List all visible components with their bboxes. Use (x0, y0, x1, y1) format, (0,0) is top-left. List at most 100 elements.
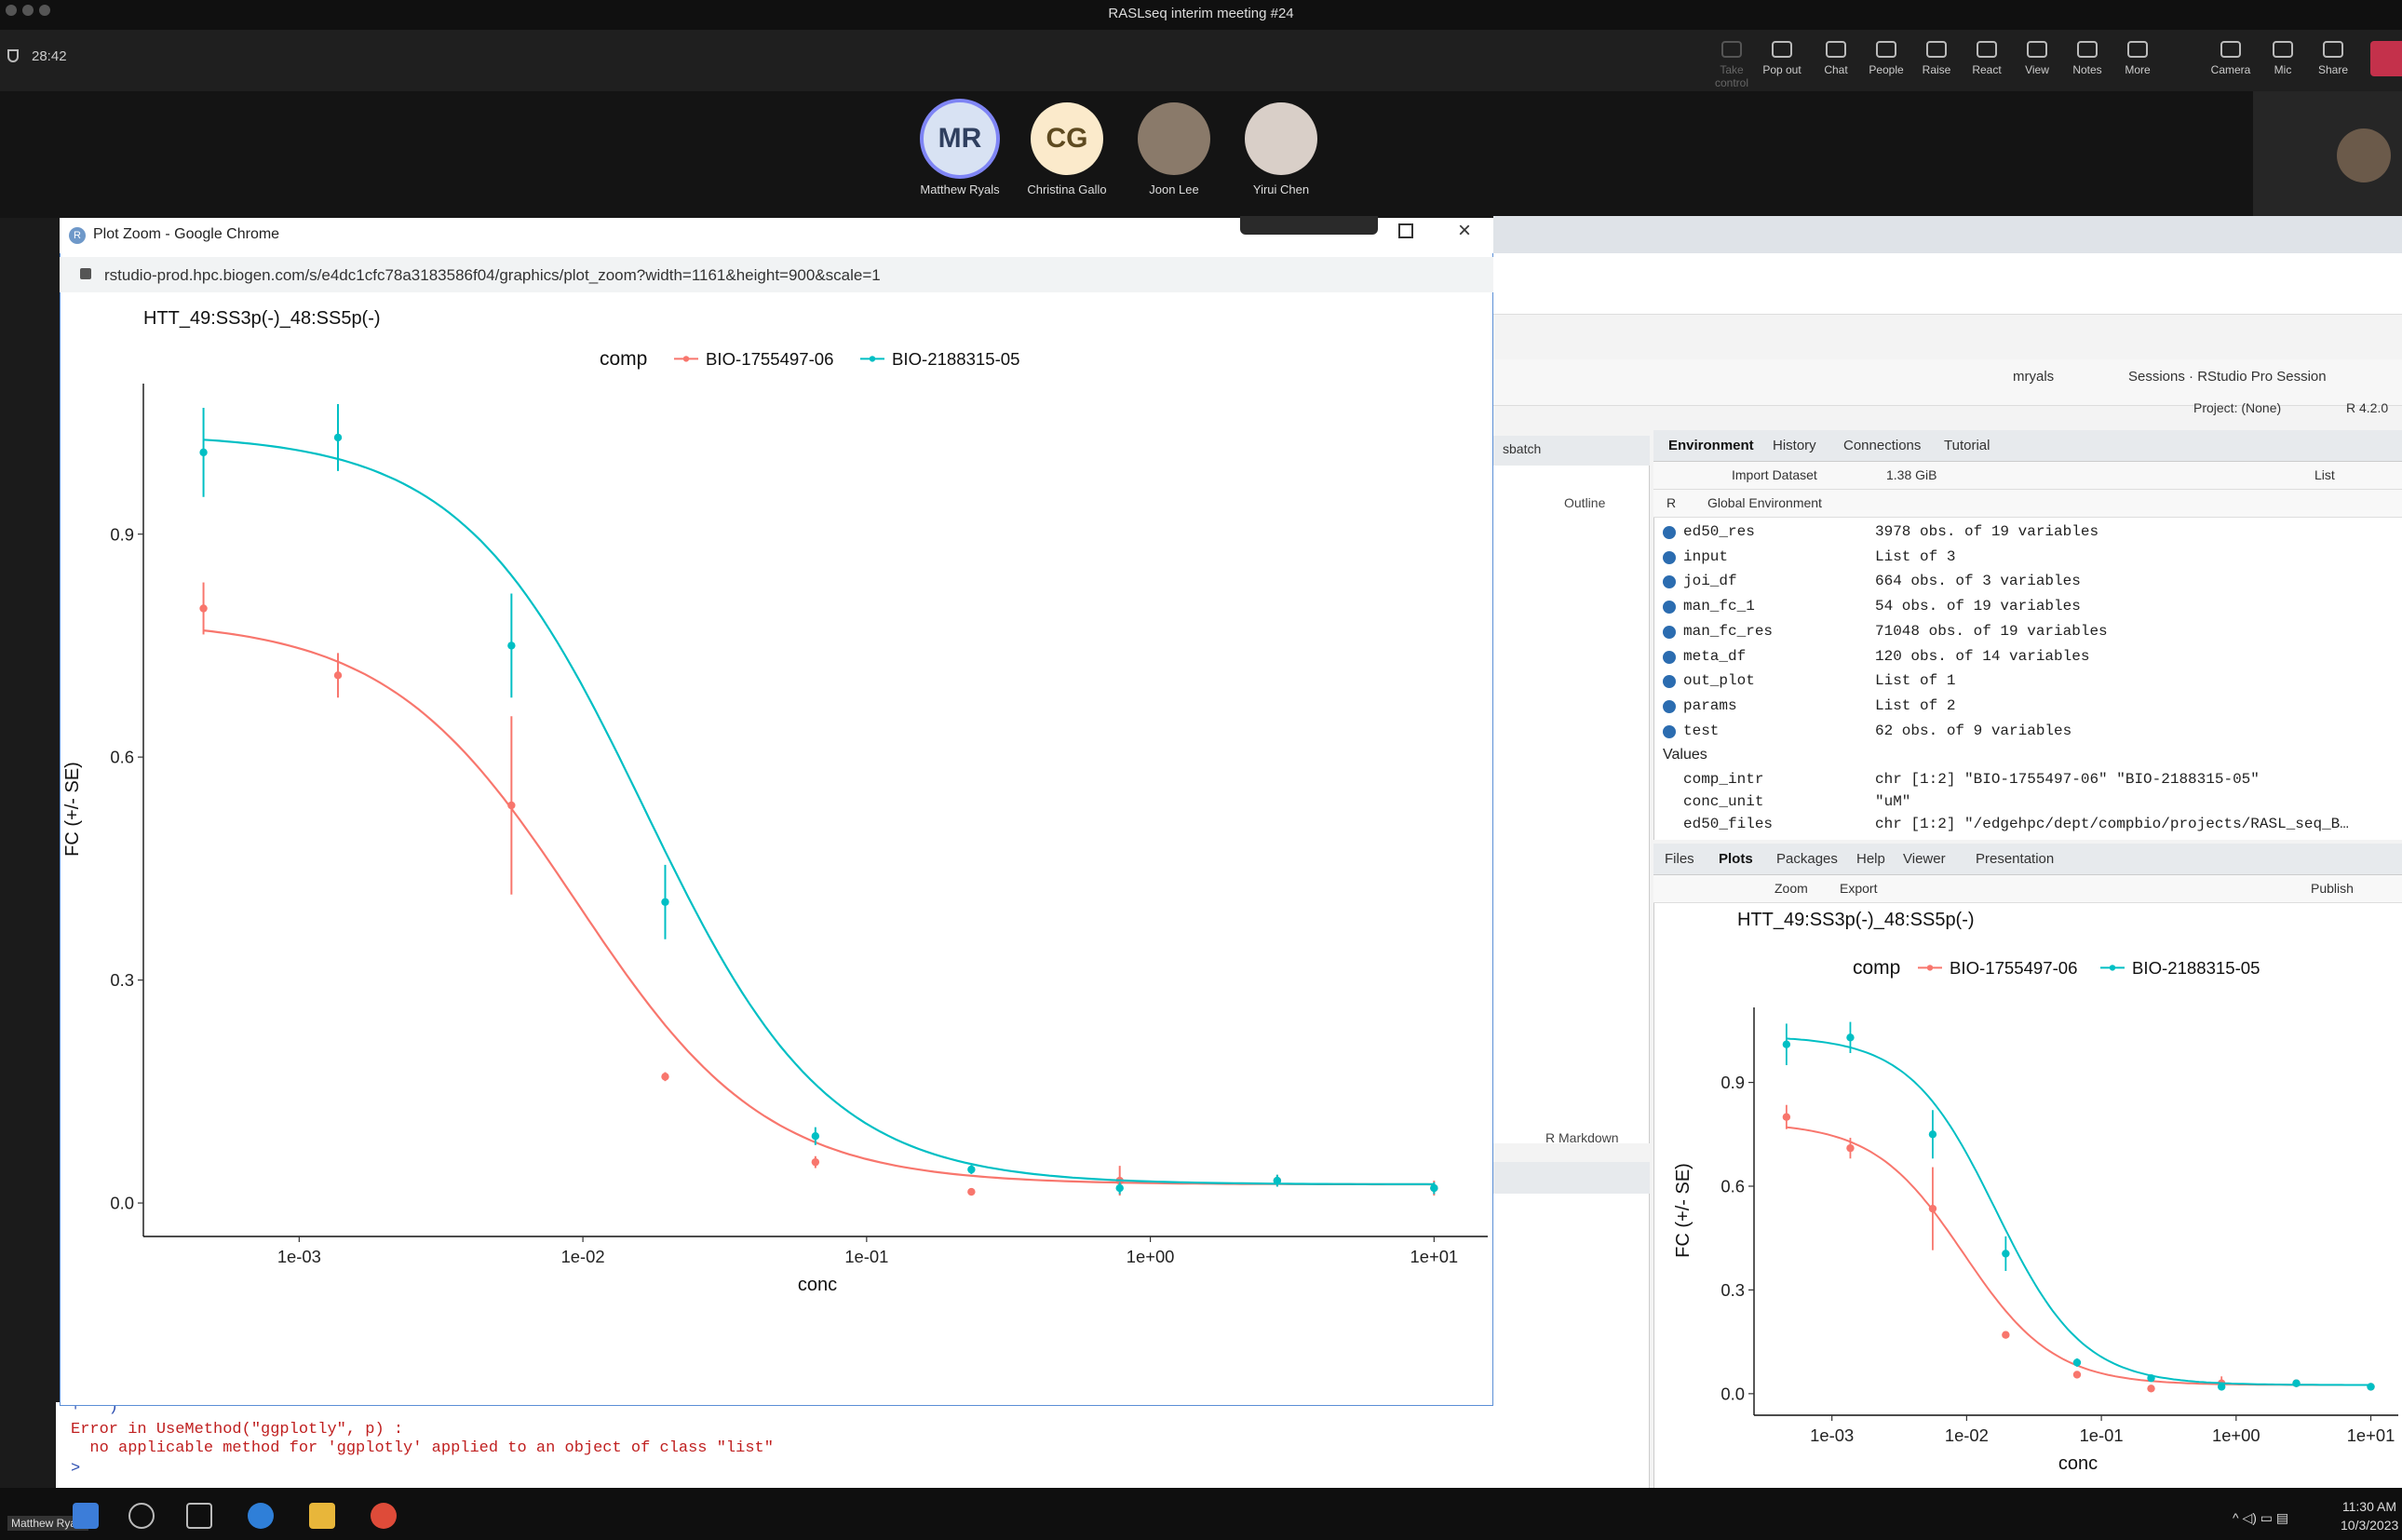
environment-row[interactable]: joi_df 664 obs. of 3 variables (1663, 573, 2389, 597)
zoom-dot-icon[interactable] (39, 5, 50, 16)
expand-icon[interactable] (1663, 724, 1676, 738)
expand-icon[interactable] (1663, 650, 1676, 664)
environment-row[interactable]: out_plot List of 1 (1663, 672, 2389, 696)
project-menu[interactable]: Project: (None) (2193, 400, 2281, 415)
user-name[interactable]: mryals (2013, 369, 2054, 385)
list-view-select[interactable]: List (2314, 467, 2335, 482)
control-mic[interactable]: Mic (2257, 41, 2309, 76)
r-version[interactable]: R 4.2.0 (2346, 400, 2388, 415)
leave-button[interactable] (2370, 41, 2402, 76)
minimize-dot-icon[interactable] (22, 5, 34, 16)
plot-zoom-address-bar[interactable]: rstudio-prod.hpc.biogen.com/s/e4dc1cfc78… (60, 257, 1493, 292)
control-share[interactable]: Share (2307, 41, 2359, 76)
chrome-icon[interactable] (371, 1503, 397, 1529)
tab-files[interactable]: Files (1665, 851, 1694, 867)
expand-icon[interactable] (1663, 526, 1676, 539)
fit-curve (1786, 1126, 2371, 1386)
data-point (2147, 1385, 2155, 1393)
meeting-timer: 28:42 (7, 48, 67, 64)
system-tray[interactable]: ^ ◁) ▭ ▤ (2233, 1510, 2288, 1526)
variable-name: out_plot (1683, 672, 1755, 690)
fit-curve (1786, 1037, 2371, 1386)
tab-tutorial[interactable]: Tutorial (1944, 438, 1990, 453)
scope-select[interactable]: Global Environment (1707, 495, 1822, 510)
timer-text: 28:42 (32, 48, 67, 64)
search-icon[interactable] (128, 1503, 155, 1529)
file-explorer-icon[interactable] (309, 1503, 335, 1529)
close-dot-icon[interactable] (6, 5, 17, 16)
environment-row[interactable]: test 62 obs. of 9 variables (1663, 723, 2389, 747)
environment-row[interactable]: meta_df 120 obs. of 14 variables (1663, 648, 2389, 672)
control-chat[interactable]: Chat (1810, 41, 1862, 76)
x-tick-label: 1e-03 (1810, 1425, 1854, 1445)
environment-row[interactable]: comp_intr chr [1:2] "BIO-1755497-06" "BIO… (1663, 771, 2389, 795)
expand-icon[interactable] (1663, 601, 1676, 615)
console[interactable]: + ) Error in UseMethod("ggplotly", p) : … (56, 1398, 1648, 1488)
participant-tile[interactable]: CG Christina Gallo (1020, 102, 1113, 196)
control-camera[interactable]: Camera (2205, 41, 2257, 76)
tab-environment[interactable]: Environment (1668, 438, 1754, 453)
tab-connections[interactable]: Connections (1843, 438, 1921, 453)
expand-icon[interactable] (1663, 550, 1676, 564)
environment-row[interactable]: ed50_files chr [1:2] "/edgehpc/dept/compb… (1663, 816, 2389, 840)
environment-row[interactable]: man_fc_1 54 obs. of 19 variables (1663, 598, 2389, 622)
tab-viewer[interactable]: Viewer (1903, 851, 1946, 867)
legend-key-point (869, 356, 876, 362)
start-icon[interactable] (73, 1503, 99, 1529)
environment-row[interactable]: man_fc_res 71048 obs. of 19 variables (1663, 623, 2389, 647)
document-mode-select[interactable]: R Markdown (1545, 1130, 1619, 1145)
expand-icon[interactable] (1663, 575, 1676, 589)
language-select[interactable]: R (1667, 495, 1676, 510)
tab-plots[interactable]: Plots (1719, 851, 1753, 867)
x-tick-label: 1e+01 (1410, 1247, 1459, 1266)
plots-toolbar: Zoom Export Publish (1653, 875, 2402, 903)
expand-icon[interactable] (1663, 625, 1676, 639)
publish-button[interactable]: Publish (2311, 881, 2354, 896)
task-view-icon[interactable] (186, 1503, 212, 1529)
control-view[interactable]: View (2011, 41, 2063, 76)
variable-value: List of 3 (1875, 547, 1956, 565)
clock[interactable]: 11:30 AM 10/3/2023 (2341, 1497, 2398, 1534)
environment-row[interactable]: ed50_res 3978 obs. of 19 variables (1663, 523, 2389, 547)
control-react[interactable]: React (1961, 41, 2013, 76)
x-tick-label: 1e+01 (2347, 1425, 2395, 1445)
close-icon[interactable]: × (1452, 220, 1477, 244)
control-people[interactable]: People (1860, 41, 1912, 76)
memory-usage[interactable]: 1.38 GiB (1886, 467, 1936, 482)
tab-history[interactable]: History (1773, 438, 1816, 453)
expand-icon[interactable] (1663, 675, 1676, 689)
maximize-icon[interactable] (1398, 223, 1413, 238)
control-raise[interactable]: Raise (1910, 41, 1963, 76)
participant-tile[interactable]: MR Matthew Ryals (913, 102, 1006, 196)
tab-packages[interactable]: Packages (1776, 851, 1838, 867)
control-notes[interactable]: Notes (2061, 41, 2113, 76)
environment-row[interactable]: conc_unit "uM" (1663, 793, 2389, 817)
edge-icon[interactable] (248, 1503, 274, 1529)
shield-icon (7, 49, 19, 62)
environment-row[interactable]: input List of 3 (1663, 548, 2389, 573)
environment-row[interactable]: params List of 2 (1663, 697, 2389, 722)
x-tick-label: 1e+00 (2212, 1425, 2260, 1445)
export-button[interactable]: Export (1840, 881, 1877, 896)
take-control-icon (1721, 41, 1742, 58)
chart-title: HTT_49:SS3p(-)_48:SS5p(-) (1737, 910, 1975, 930)
tab-help[interactable]: Help (1856, 851, 1885, 867)
console-prompt[interactable]: > (71, 1460, 80, 1478)
zoom-button[interactable]: Zoom (1775, 881, 1808, 896)
window-controls[interactable] (6, 4, 61, 16)
expand-icon[interactable] (1663, 699, 1676, 713)
raise-hand-icon (1926, 41, 1947, 58)
import-dataset-button[interactable]: Import Dataset (1732, 467, 1817, 482)
participant-tile[interactable]: Joon Lee (1127, 102, 1221, 196)
sessions-menu[interactable]: Sessions · RStudio Pro Session (2128, 369, 2327, 385)
tab-presentation[interactable]: Presentation (1976, 851, 2054, 867)
control-more[interactable]: More (2112, 41, 2164, 76)
taskbar (0, 1488, 2402, 1540)
control-pop-out[interactable]: Pop out (1756, 41, 1808, 76)
variable-name: man_fc_1 (1683, 598, 1755, 615)
participant-tile[interactable]: Yirui Chen (1235, 102, 1328, 196)
control-take-control[interactable]: Take control (1706, 41, 1758, 89)
outline-button[interactable]: Outline (1564, 495, 1605, 510)
drag-handle[interactable] (1240, 216, 1378, 235)
source-tab[interactable]: sbatch (1493, 436, 1650, 466)
